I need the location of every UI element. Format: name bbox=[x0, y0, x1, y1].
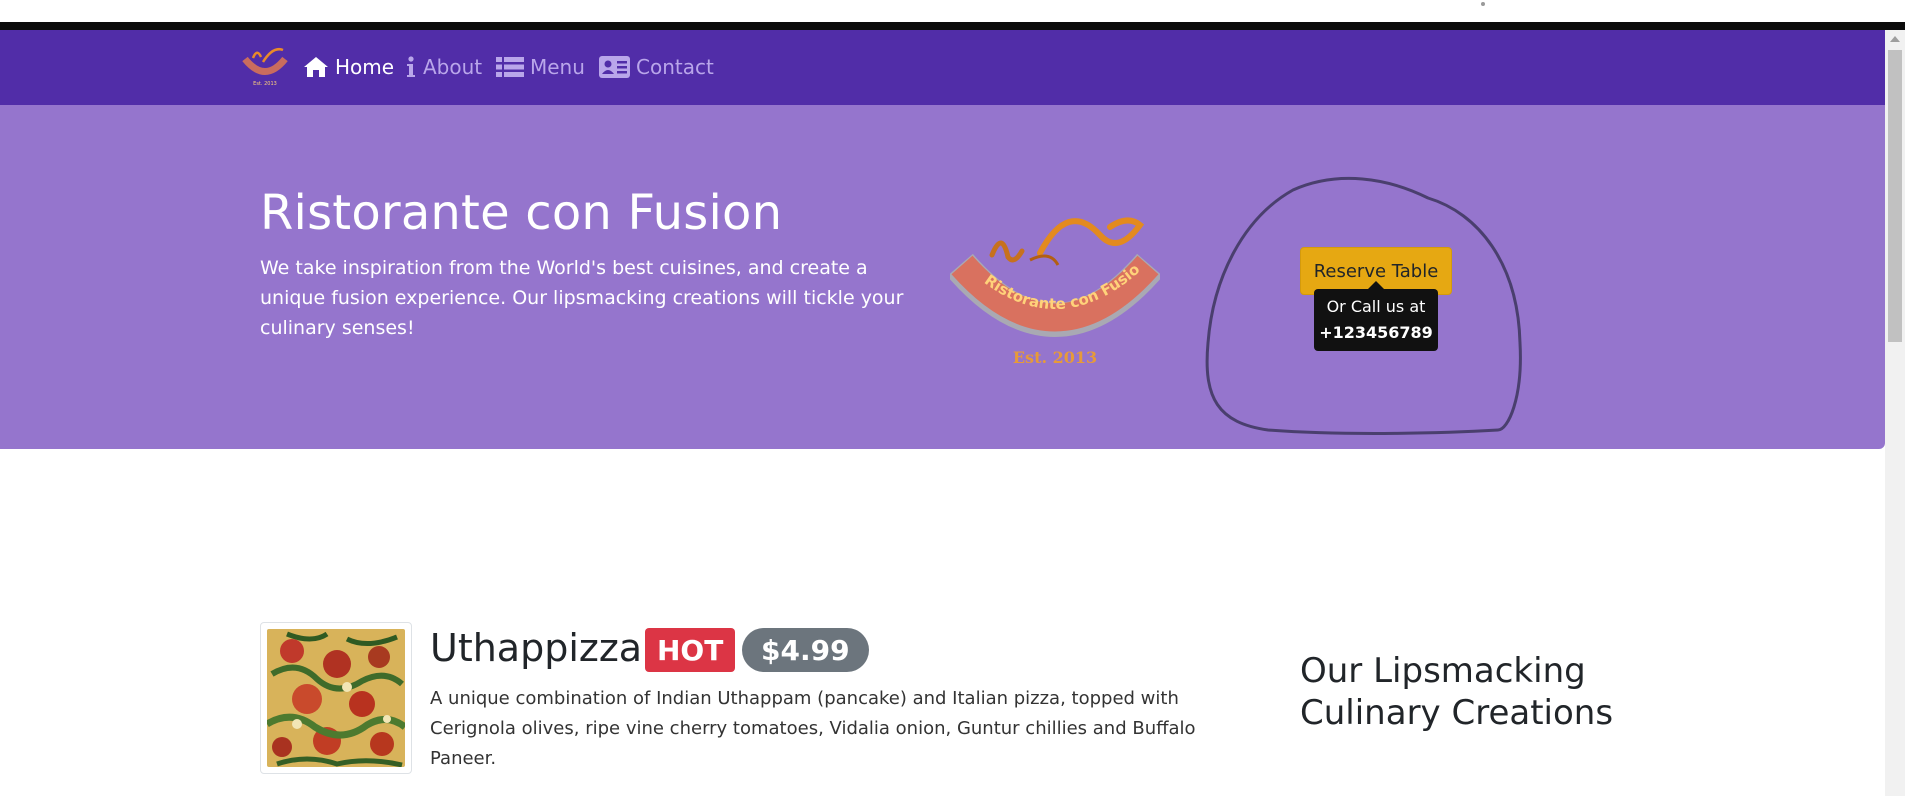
tooltip-text: Or Call us at bbox=[1326, 297, 1426, 316]
nav-contact-label: Contact bbox=[636, 55, 714, 79]
price-badge: $4.99 bbox=[742, 628, 869, 672]
vertical-scrollbar[interactable] bbox=[1885, 30, 1905, 796]
loading-dot bbox=[1481, 2, 1485, 6]
info-icon bbox=[407, 56, 415, 77]
hero-title: Ristorante con Fusion bbox=[260, 185, 783, 241]
hot-badge: HOT bbox=[645, 628, 736, 672]
nav-home-label: Home bbox=[335, 55, 395, 79]
scrollbar-thumb[interactable] bbox=[1888, 50, 1902, 342]
call-us-tooltip: Or Call us at +123456789 bbox=[1314, 289, 1438, 351]
dish-thumbnail bbox=[260, 622, 412, 774]
navbar: Est. 2013 Home About Menu Contact bbox=[0, 30, 1885, 105]
dish-description: A unique combination of Indian Uthappam … bbox=[430, 688, 1196, 769]
dish-name: Uthappizza bbox=[430, 626, 643, 670]
nav-home[interactable]: Home bbox=[303, 52, 394, 82]
nav-about-label: About bbox=[423, 55, 483, 79]
pizza-image bbox=[267, 629, 405, 767]
list-icon bbox=[496, 57, 524, 77]
nav-about[interactable]: About bbox=[405, 52, 482, 82]
address-card-icon bbox=[599, 56, 630, 78]
tooltip-phone: +123456789 bbox=[1319, 323, 1433, 342]
home-icon bbox=[304, 57, 328, 77]
nav-contact[interactable]: Contact bbox=[599, 52, 714, 82]
jumbotron: Ristorante con Fusion We take inspiratio… bbox=[0, 105, 1885, 449]
restaurant-logo-est: Est. 2013 bbox=[1013, 348, 1097, 367]
browser-top-strip bbox=[0, 0, 1905, 22]
svg-text:Est. 2013: Est. 2013 bbox=[253, 81, 277, 87]
nav-menu-label: Menu bbox=[530, 55, 585, 79]
side-heading: Our Lipsmacking Culinary Creations bbox=[1300, 651, 1614, 733]
scroll-up-arrow-icon[interactable] bbox=[1890, 36, 1900, 42]
tooltip-arrow bbox=[1368, 281, 1384, 289]
hero-description: We take inspiration from the World's bes… bbox=[260, 257, 904, 339]
nav-menu[interactable]: Menu bbox=[496, 52, 585, 82]
brand-logo[interactable]: Est. 2013 bbox=[239, 42, 291, 88]
top-border-bar bbox=[0, 22, 1905, 30]
restaurant-logo: Ristorante con Fusion Est. 2013 bbox=[950, 195, 1160, 367]
